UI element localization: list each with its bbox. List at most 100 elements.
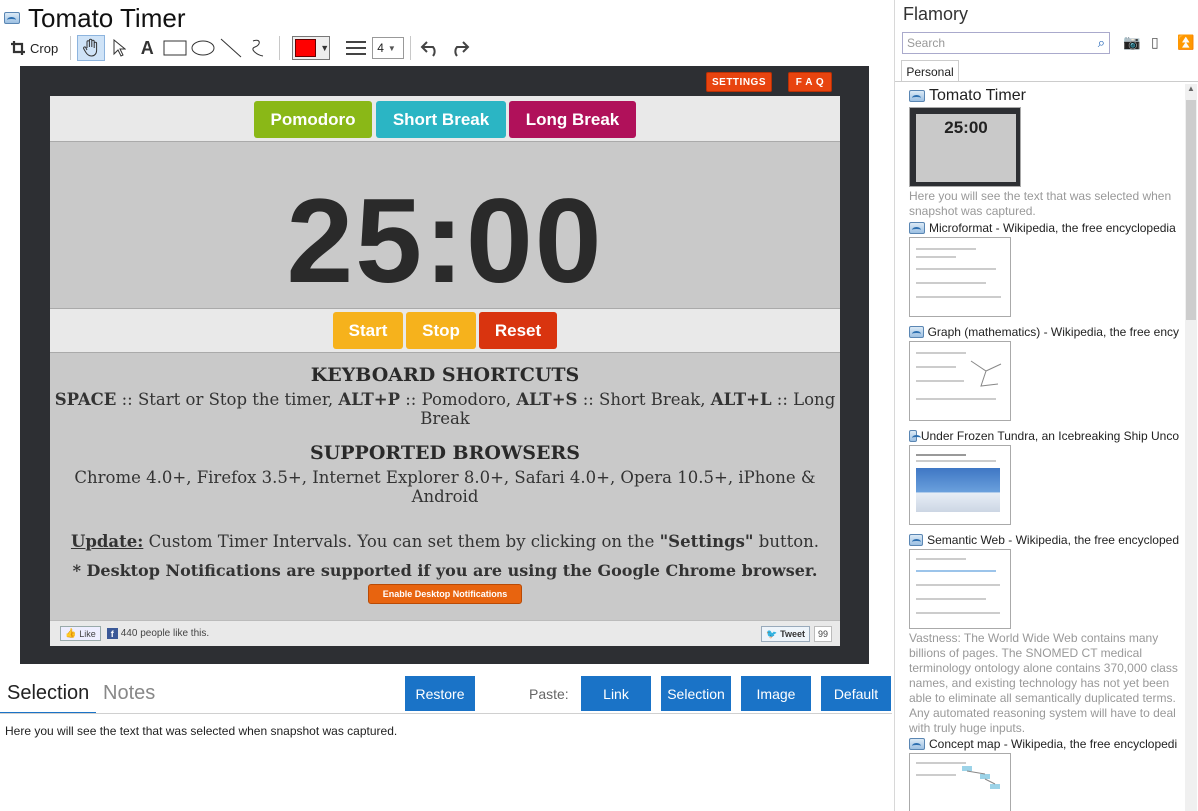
item-thumbnail: [909, 753, 1011, 811]
search-input[interactable]: Search ⌕: [902, 32, 1110, 54]
settings-button[interactable]: SETTINGS: [706, 72, 772, 92]
shortcut-key: ALT+L: [710, 390, 772, 409]
item-title-row: Graph (mathematics) - Wikipedia, the fre…: [909, 325, 1179, 339]
facebook-icon: f: [106, 628, 118, 639]
item-title: Concept map - Wikipedia, the free encycl…: [929, 737, 1178, 751]
page-icon: [909, 90, 925, 102]
rectangle-icon: [163, 40, 187, 56]
line-icon: [220, 38, 242, 58]
shortcuts-heading: KEYBOARD SHORTCUTS: [310, 364, 580, 386]
timer-controls: Start Stop Reset: [50, 308, 840, 353]
undo-button[interactable]: [417, 35, 445, 61]
shortcut-desc: :: Pomodoro,: [400, 390, 517, 409]
tab-long-break[interactable]: Long Break: [509, 101, 636, 138]
select-tool-button[interactable]: [105, 35, 133, 61]
camera-icon[interactable]: 📷: [1123, 34, 1140, 51]
text-icon: A: [140, 37, 154, 58]
divider: [0, 713, 892, 714]
shortcut-key: SPACE: [54, 390, 117, 409]
paste-default-button[interactable]: Default: [821, 676, 891, 711]
browsers-text: Chrome 4.0+, Firefox 3.5+, Internet Expl…: [74, 468, 816, 506]
bottom-tabs: Selection Notes: [0, 682, 300, 714]
toolbar-divider: [279, 36, 281, 60]
reset-button[interactable]: Reset: [479, 312, 557, 349]
faq-button[interactable]: F A Q: [788, 72, 832, 92]
tab-notes[interactable]: Notes: [103, 682, 155, 705]
item-desc: Vastness: The World Wide Web contains ma…: [909, 631, 1178, 735]
toolbar-divider: [70, 36, 72, 60]
arrow-pointer-icon: [113, 39, 127, 57]
undo-icon: [420, 41, 436, 57]
paste-selection-button[interactable]: Selection: [661, 676, 731, 711]
item-thumbnail: [909, 445, 1011, 525]
list-item[interactable]: Microformat - Wikipedia, the free encycl…: [909, 221, 1179, 317]
crop-button[interactable]: Crop: [4, 35, 64, 61]
enable-notifications-button[interactable]: Enable Desktop Notifications: [368, 584, 522, 604]
chevron-down-icon: ▼: [320, 43, 330, 53]
item-thumbnail: [909, 549, 1011, 629]
tab-pomodoro[interactable]: Pomodoro: [254, 101, 372, 138]
redo-button[interactable]: [445, 35, 473, 61]
hand-tool-button[interactable]: [77, 35, 106, 61]
toolbar-divider: [410, 36, 412, 60]
scroll-thumb[interactable]: [1186, 100, 1196, 320]
thumbs-up-icon: 👍: [65, 628, 77, 638]
list-item[interactable]: Under Frozen Tundra, an Icebreaking Ship…: [909, 429, 1179, 525]
scroll-up-icon[interactable]: ▲: [1185, 84, 1197, 98]
freehand-tool-button[interactable]: [245, 35, 273, 61]
update-end: button.: [753, 532, 820, 551]
collapse-top-icon[interactable]: ⏫: [1177, 34, 1194, 51]
text-tool-button[interactable]: A: [133, 35, 161, 61]
mode-tabs: Pomodoro Short Break Long Break: [50, 96, 840, 142]
concept-map-thumb-icon: [962, 766, 1000, 789]
item-title-row: Tomato Timer: [909, 87, 1179, 105]
line-width-button[interactable]: [342, 35, 370, 61]
ellipse-tool-button[interactable]: [189, 35, 217, 61]
sidebar-scrollbar[interactable]: ▲: [1185, 84, 1197, 811]
tweet-button[interactable]: 🐦 Tweet: [760, 626, 810, 642]
hand-icon: [83, 38, 98, 57]
update-settings: "Settings": [659, 532, 754, 551]
like-button[interactable]: 👍 Like: [60, 626, 101, 641]
update-text: Update: Custom Timer Intervals. You can …: [50, 532, 840, 551]
tab-short-break[interactable]: Short Break: [376, 101, 506, 138]
timer-panel: Pomodoro Short Break Long Break 25:00 St…: [50, 96, 840, 646]
stop-button[interactable]: Stop: [406, 312, 476, 349]
color-picker[interactable]: ▼: [292, 36, 331, 60]
paste-link-button[interactable]: Link: [581, 676, 651, 711]
tab-selection[interactable]: Selection: [7, 682, 89, 705]
shortcut-desc: :: Start or Stop the timer,: [116, 390, 339, 409]
restore-button[interactable]: Restore: [405, 676, 475, 711]
tab-personal[interactable]: Personal: [901, 60, 959, 82]
tab-divider: [895, 81, 1198, 82]
flamory-sidebar: Flamory Search ⌕ 📷 ▯ ⏫ Personal Tomato T…: [894, 0, 1198, 811]
sidebar-title: Flamory: [903, 4, 969, 24]
line-tool-button[interactable]: [217, 35, 245, 61]
start-button[interactable]: Start: [333, 312, 403, 349]
item-thumbnail: [909, 237, 1011, 317]
line-width-select[interactable]: 4 ▼: [372, 37, 405, 59]
list-item[interactable]: Semantic Web - Wikipedia, the free encyc…: [909, 533, 1181, 735]
item-title-row: Under Frozen Tundra, an Icebreaking Ship…: [909, 429, 1179, 443]
app-icon: [4, 12, 20, 24]
rectangle-tool-button[interactable]: [161, 35, 189, 61]
page-icon: [909, 738, 925, 750]
list-item[interactable]: Concept map - Wikipedia, the free encycl…: [909, 737, 1179, 811]
shortcut-key: ALT+P: [338, 390, 400, 409]
browsers-heading: SUPPORTED BROWSERS: [309, 442, 581, 464]
snapshot-image[interactable]: SETTINGS F A Q Pomodoro Short Break Long…: [20, 66, 869, 664]
page-icon: [909, 430, 921, 442]
window-title: Tomato Timer: [28, 2, 186, 33]
search-icon[interactable]: ⌕: [1098, 35, 1105, 51]
notifications-text: * Desktop Notifications are supported if…: [72, 561, 818, 580]
paste-image-button[interactable]: Image: [741, 676, 811, 711]
item-title: Under Frozen Tundra, an Icebreaking Ship…: [920, 429, 1179, 443]
document-icon[interactable]: ▯: [1151, 34, 1159, 51]
editor-toolbar: Crop A ▼ 4 ▼: [4, 34, 473, 62]
selection-text[interactable]: Here you will see the text that was sele…: [5, 724, 397, 738]
list-item[interactable]: Tomato Timer 25:00 Here you will see the…: [909, 87, 1181, 219]
list-item[interactable]: Graph (mathematics) - Wikipedia, the fre…: [909, 325, 1179, 421]
line-width-icon: [346, 41, 367, 55]
crop-icon: [11, 41, 25, 55]
item-title: Tomato Timer: [929, 87, 1026, 104]
